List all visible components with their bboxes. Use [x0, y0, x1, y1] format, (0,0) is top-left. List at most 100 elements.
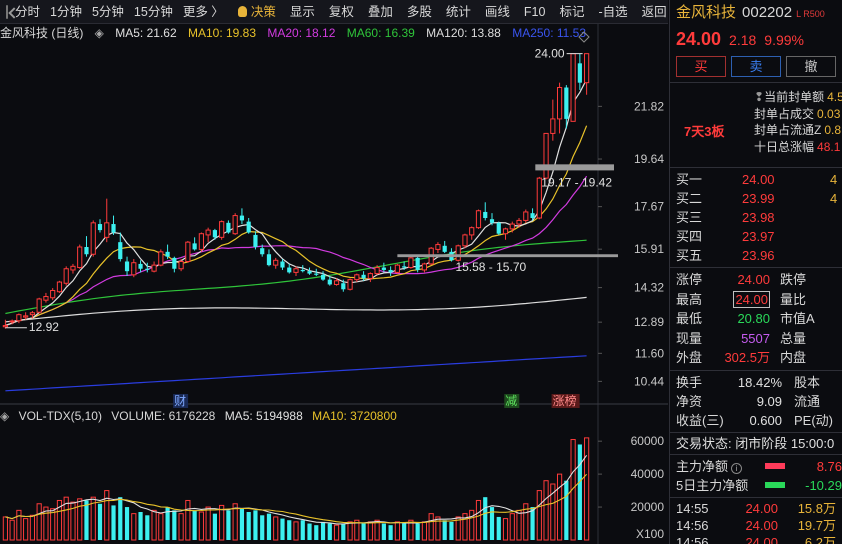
- volume-bar: [428, 513, 434, 541]
- volume-bar: [50, 508, 56, 541]
- draw-line-button[interactable]: 画线: [480, 0, 515, 24]
- diamond-icon: [578, 31, 590, 43]
- trading-status: 交易状态: 闭市阶段 15:00:0: [670, 433, 842, 455]
- candle-body: [111, 224, 116, 233]
- tab-5min[interactable]: 5分钟: [87, 0, 129, 24]
- candle-body: [104, 222, 110, 238]
- candle-body: [307, 271, 312, 274]
- candle-body: [192, 243, 197, 250]
- volume-bar: [483, 497, 488, 540]
- volume-bar: [178, 513, 184, 541]
- decision-button[interactable]: 决策: [233, 0, 281, 24]
- price-axis-label: 15.91: [634, 242, 664, 256]
- volume-bar: [111, 505, 116, 540]
- candle-body: [341, 283, 346, 290]
- fund-value: 18.42%: [737, 374, 782, 390]
- tab-15min[interactable]: 15分钟: [129, 0, 178, 24]
- candle-body: [239, 215, 245, 221]
- quote-row: 涨停 24.00 跌停: [670, 270, 842, 290]
- tick-price: 24.00: [745, 500, 778, 516]
- candle-body: [435, 244, 441, 250]
- limit-seal-box: 7天3板 ❢当前封单额4.58 封单占成交0.03 封单占流通Z0.8 十日总涨…: [670, 82, 842, 168]
- volume-bar: [469, 509, 475, 541]
- quote-value: 302.5万: [724, 350, 770, 365]
- tick-price: 24.00: [745, 517, 778, 533]
- candle-body: [333, 280, 340, 285]
- flow-value: -10.29: [805, 477, 842, 493]
- high-price-label: 24.00: [535, 47, 565, 61]
- volume-bar: [502, 518, 509, 541]
- f10-button[interactable]: F10: [519, 0, 551, 24]
- candle-body: [84, 247, 89, 255]
- candle-body: [516, 219, 522, 225]
- adjust-button[interactable]: 复权: [324, 0, 359, 24]
- volume-menu-icon[interactable]: ◈: [0, 409, 9, 423]
- candle-body: [131, 262, 137, 276]
- cancel-order-button[interactable]: 撤: [786, 56, 836, 77]
- candle-body: [138, 263, 143, 269]
- volume-bar: [421, 521, 428, 541]
- buy-button[interactable]: 买: [676, 56, 726, 77]
- volume-bar: [280, 518, 285, 540]
- fund-value: 0.600: [749, 412, 782, 428]
- order-book-row: 买五 23.96: [670, 246, 842, 265]
- remove-watchlist-button[interactable]: -自选: [593, 0, 632, 24]
- tab-1min[interactable]: 1分钟: [45, 0, 87, 24]
- quote-row: 最低 20.80 市值A: [670, 309, 842, 329]
- fund-key: 股本: [794, 374, 821, 390]
- candle-body: [77, 246, 83, 269]
- bid-label: 买四: [676, 229, 703, 244]
- collapse-icon[interactable]: [6, 4, 8, 19]
- low-price-label: 12.92: [29, 320, 59, 334]
- tick-list: 14:55 24.00 15.8万 14:56 24.00 19.7万 14:56 24.…: [670, 496, 842, 544]
- candle-body: [314, 273, 319, 275]
- volume-bar: [23, 518, 29, 541]
- tick-row: 14:56 24.00 19.7万: [670, 517, 842, 534]
- volume-bar: [77, 498, 83, 541]
- candle-body: [273, 259, 279, 266]
- candle-body: [408, 257, 414, 269]
- candle-body: [287, 267, 292, 273]
- candle-body: [550, 118, 556, 134]
- kline-chart-area[interactable]: 金风科技 (日线) ◈ MA5: 21.62 MA10: 19.83 MA20:…: [0, 24, 668, 544]
- pin-icon: ❢: [754, 90, 765, 104]
- flow-key: 主力净额 i: [670, 457, 765, 476]
- candle-body: [415, 257, 420, 270]
- flow-bar: [765, 482, 785, 488]
- tab-more[interactable]: 更多 〉: [178, 0, 229, 24]
- fundamentals-table: 换手 18.42% 股本 净资 9.09 流通 收益(三) 0.600 PE(动): [670, 371, 842, 433]
- mark-button[interactable]: 标记: [554, 0, 589, 24]
- price-axis-label: 14.32: [634, 281, 664, 295]
- candle-body: [9, 320, 15, 323]
- display-button[interactable]: 显示: [285, 0, 320, 24]
- volume-bar: [496, 516, 501, 540]
- volume-bar: [192, 510, 197, 540]
- quote-key: 总量: [780, 330, 807, 346]
- candle-body: [402, 266, 407, 268]
- overlay-button[interactable]: 叠加: [363, 0, 398, 24]
- ma250-line: [5, 355, 587, 392]
- back-button[interactable]: 返回: [637, 0, 672, 24]
- vol-axis-label: 40000: [631, 467, 665, 481]
- bid-label: 买一: [676, 172, 703, 187]
- quote-key: 市值A: [780, 311, 815, 326]
- volume-bar: [151, 509, 157, 541]
- multi-stock-button[interactable]: 多股: [402, 0, 437, 24]
- volume-bar: [536, 490, 542, 541]
- tick-row: 14:55 24.00 15.8万: [670, 500, 842, 517]
- info-icon[interactable]: i: [731, 462, 743, 474]
- quote-key: 最高: [676, 291, 703, 307]
- stats-button[interactable]: 统计: [441, 0, 476, 24]
- vol-volume: VOLUME: 6176228: [111, 409, 216, 423]
- vol-title: VOL-TDX(5,10): [18, 409, 102, 423]
- volume-bar: [530, 507, 535, 540]
- seal-key: 当前封单额: [764, 90, 825, 104]
- trade-buttons: 买 卖 撤: [670, 52, 842, 82]
- seal-key: 十日总涨幅: [754, 139, 815, 154]
- volume-bar: [246, 512, 251, 540]
- candle-body: [421, 263, 428, 271]
- sell-button[interactable]: 卖: [731, 56, 781, 77]
- candle-body: [16, 314, 22, 322]
- volume-bar: [320, 521, 326, 540]
- candle-body: [388, 269, 393, 273]
